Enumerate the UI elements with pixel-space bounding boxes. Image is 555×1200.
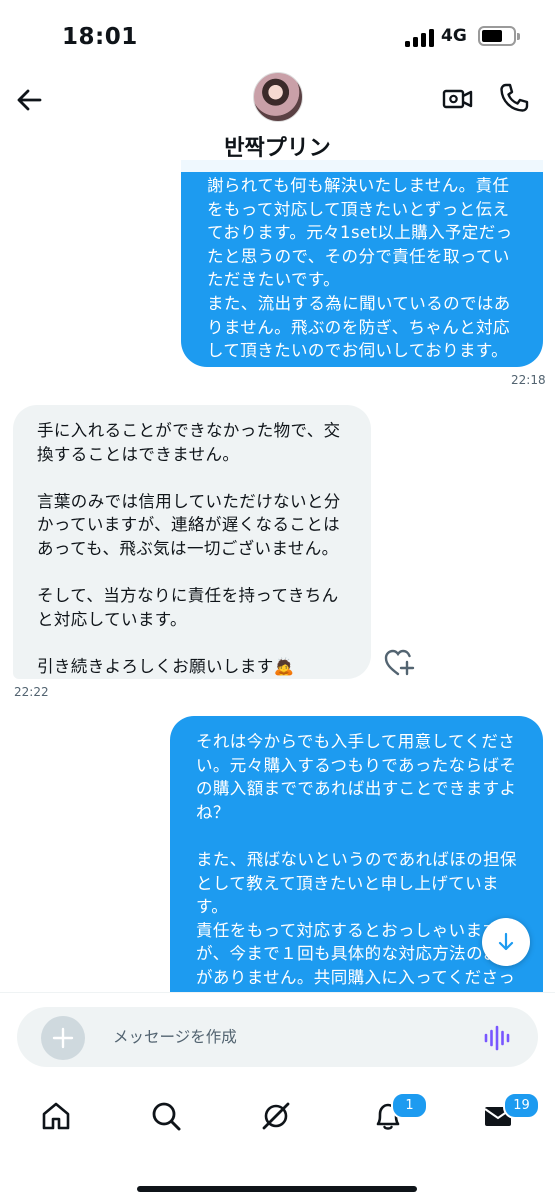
avatar[interactable] [253, 72, 303, 122]
message-input[interactable]: メッセージを作成 [113, 1025, 453, 1047]
plus-icon [52, 1027, 74, 1049]
grok-icon[interactable] [256, 1096, 296, 1136]
message-timestamp: 22:18 [511, 373, 546, 387]
network-type: 4G [441, 26, 467, 46]
message-timestamp: 22:22 [14, 685, 49, 699]
home-icon[interactable] [36, 1096, 76, 1136]
add-attachment-button[interactable] [41, 1016, 85, 1060]
status-time: 18:01 [62, 24, 138, 50]
conversation-name[interactable]: 반짝プリン [0, 130, 555, 162]
notifications-badge: 1 [391, 1092, 428, 1119]
phone-call-icon[interactable] [498, 82, 530, 114]
message-composer[interactable]: メッセージを作成 [17, 1007, 538, 1067]
messages-badge: 19 [503, 1092, 540, 1119]
voice-message-icon[interactable] [483, 1023, 513, 1053]
cellular-signal-icon [405, 29, 435, 47]
status-bar-overlay: 18:01 4G [0, 0, 555, 70]
bottom-tab-bar: 1 19 [0, 1080, 555, 1200]
video-call-icon[interactable] [442, 84, 474, 114]
search-icon[interactable] [146, 1096, 186, 1136]
message-bubble-outgoing[interactable]: 謝られても何も解決いたしません。責任をもって対応して頂きたいとずっと伝えておりま… [181, 160, 543, 367]
message-bubble-outgoing[interactable]: それは今からでも入手して用意してください。元々購入するつもりであったならばその購… [170, 716, 543, 1011]
arrow-down-icon [498, 932, 514, 951]
message-bubble-incoming[interactable]: 手に入れることができなかった物で、交換することはできません。 言葉のみでは信用し… [13, 405, 371, 679]
scroll-to-bottom-button[interactable] [482, 918, 530, 966]
home-indicator [137, 1186, 417, 1192]
battery-icon [478, 26, 520, 46]
back-arrow-icon[interactable] [14, 85, 44, 115]
conversation-header: 반짝プリン [0, 70, 555, 170]
composer-area: メッセージを作成 [0, 992, 555, 1080]
add-reaction-icon[interactable] [384, 648, 416, 678]
